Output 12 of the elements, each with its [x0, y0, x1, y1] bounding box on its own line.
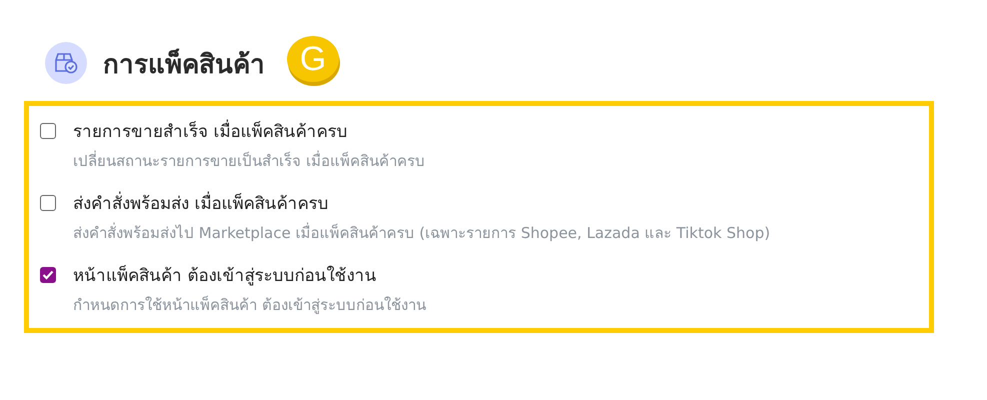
- letter-badge: G: [287, 36, 339, 82]
- option-description: ส่งคำสั่งพร้อมส่งไป Marketplace เมื่อแพ็คสินค้าครบ (เฉพาะรายการ Shopee, Lazada และ Tiktok Shop): [73, 222, 770, 244]
- option-label: รายการขายสำเร็จ เมื่อแพ็คสินค้าครบ: [73, 120, 425, 144]
- section-title: การแพ็คสินค้า: [103, 48, 265, 82]
- package-check-icon: [45, 42, 87, 84]
- option-description: กำหนดการใช้หน้าแพ็คสินค้า ต้องเข้าสู่ระบบก่อนใช้งาน: [73, 294, 426, 316]
- option-description: เปลี่ยนสถานะรายการขายเป็นสำเร็จ เมื่อแพ็คสินค้าครบ: [73, 150, 425, 172]
- checkbox[interactable]: [40, 195, 56, 211]
- checkbox[interactable]: [40, 123, 56, 139]
- checkbox[interactable]: [40, 267, 56, 283]
- option-label: หน้าแพ็คสินค้า ต้องเข้าสู่ระบบก่อนใช้งาน: [73, 264, 378, 288]
- option-label: ส่งคำสั่งพร้อมส่ง เมื่อแพ็คสินค้าครบ: [73, 192, 770, 216]
